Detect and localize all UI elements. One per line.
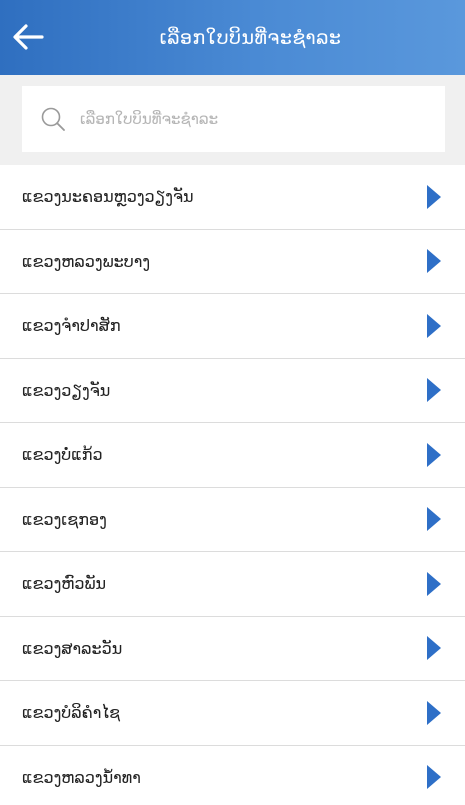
list-item-label: ແຂວງຫລວງພະບາງ bbox=[22, 251, 151, 271]
chevron-right-icon bbox=[427, 765, 441, 790]
list-item-label: ແຂວງວຽງຈັນ bbox=[22, 380, 111, 400]
back-button[interactable] bbox=[8, 17, 48, 57]
list-item-label: ແຂວງຫົວພັນ bbox=[22, 574, 107, 594]
top-app-bar: ເລືອກໃບບິນທີ່ຈະຊຳລະ bbox=[0, 0, 465, 75]
list-item-label: ແຂວງນະຄອນຫຼວງວຽງຈັນ bbox=[22, 187, 194, 207]
search-icon bbox=[40, 106, 66, 132]
list-item[interactable]: ແຂວງຫລວງນ້ຳທາ bbox=[0, 745, 465, 805]
chevron-right-icon bbox=[427, 184, 441, 209]
chevron-right-icon bbox=[427, 571, 441, 596]
list-item[interactable]: ແຂວງຫລວງພະບາງ bbox=[0, 229, 465, 294]
list-item-label: ແຂວງຫລວງນ້ຳທາ bbox=[22, 767, 141, 787]
province-list: ແຂວງນະຄອນຫຼວງວຽງຈັນ ແຂວງຫລວງພະບາງ ແຂວງຈຳ… bbox=[0, 165, 465, 805]
chevron-right-icon bbox=[427, 507, 441, 532]
list-item[interactable]: ແຂວງຫົວພັນ bbox=[0, 552, 465, 617]
chevron-right-icon bbox=[427, 442, 441, 467]
list-item[interactable]: ແຂວງວຽງຈັນ bbox=[0, 358, 465, 423]
arrow-left-icon bbox=[13, 24, 44, 50]
list-item-label: ແຂວງບໍລິຄຳໄຊ bbox=[22, 703, 121, 723]
list-item-label: ແຂວງເຊກອງ bbox=[22, 509, 107, 529]
list-item[interactable]: ແຂວງບໍ່ແກ້ວ bbox=[0, 423, 465, 488]
search-section bbox=[0, 75, 465, 165]
list-item-label: ແຂວງສາລະວັນ bbox=[22, 638, 123, 658]
list-item-label: ແຂວງບໍ່ແກ້ວ bbox=[22, 445, 103, 465]
list-item[interactable]: ແຂວງສາລະວັນ bbox=[0, 616, 465, 681]
search-box[interactable] bbox=[22, 86, 445, 152]
search-input[interactable] bbox=[80, 110, 400, 128]
page-title: ເລືອກໃບບິນທີ່ຈະຊຳລະ bbox=[159, 26, 342, 49]
chevron-right-icon bbox=[427, 249, 441, 274]
chevron-right-icon bbox=[427, 700, 441, 725]
list-item[interactable]: ແຂວງບໍລິຄຳໄຊ bbox=[0, 681, 465, 746]
list-item[interactable]: ແຂວງນະຄອນຫຼວງວຽງຈັນ bbox=[0, 165, 465, 230]
list-item-label: ແຂວງຈຳປາສັກ bbox=[22, 316, 121, 336]
chevron-right-icon bbox=[427, 378, 441, 403]
chevron-right-icon bbox=[427, 636, 441, 661]
chevron-right-icon bbox=[427, 313, 441, 338]
list-item[interactable]: ແຂວງຈຳປາສັກ bbox=[0, 294, 465, 359]
app-screen: ເລືອກໃບບິນທີ່ຈະຊຳລະ ແຂວງນະຄອນຫຼວງວຽງຈັນ … bbox=[0, 0, 465, 805]
list-item[interactable]: ແຂວງເຊກອງ bbox=[0, 487, 465, 552]
